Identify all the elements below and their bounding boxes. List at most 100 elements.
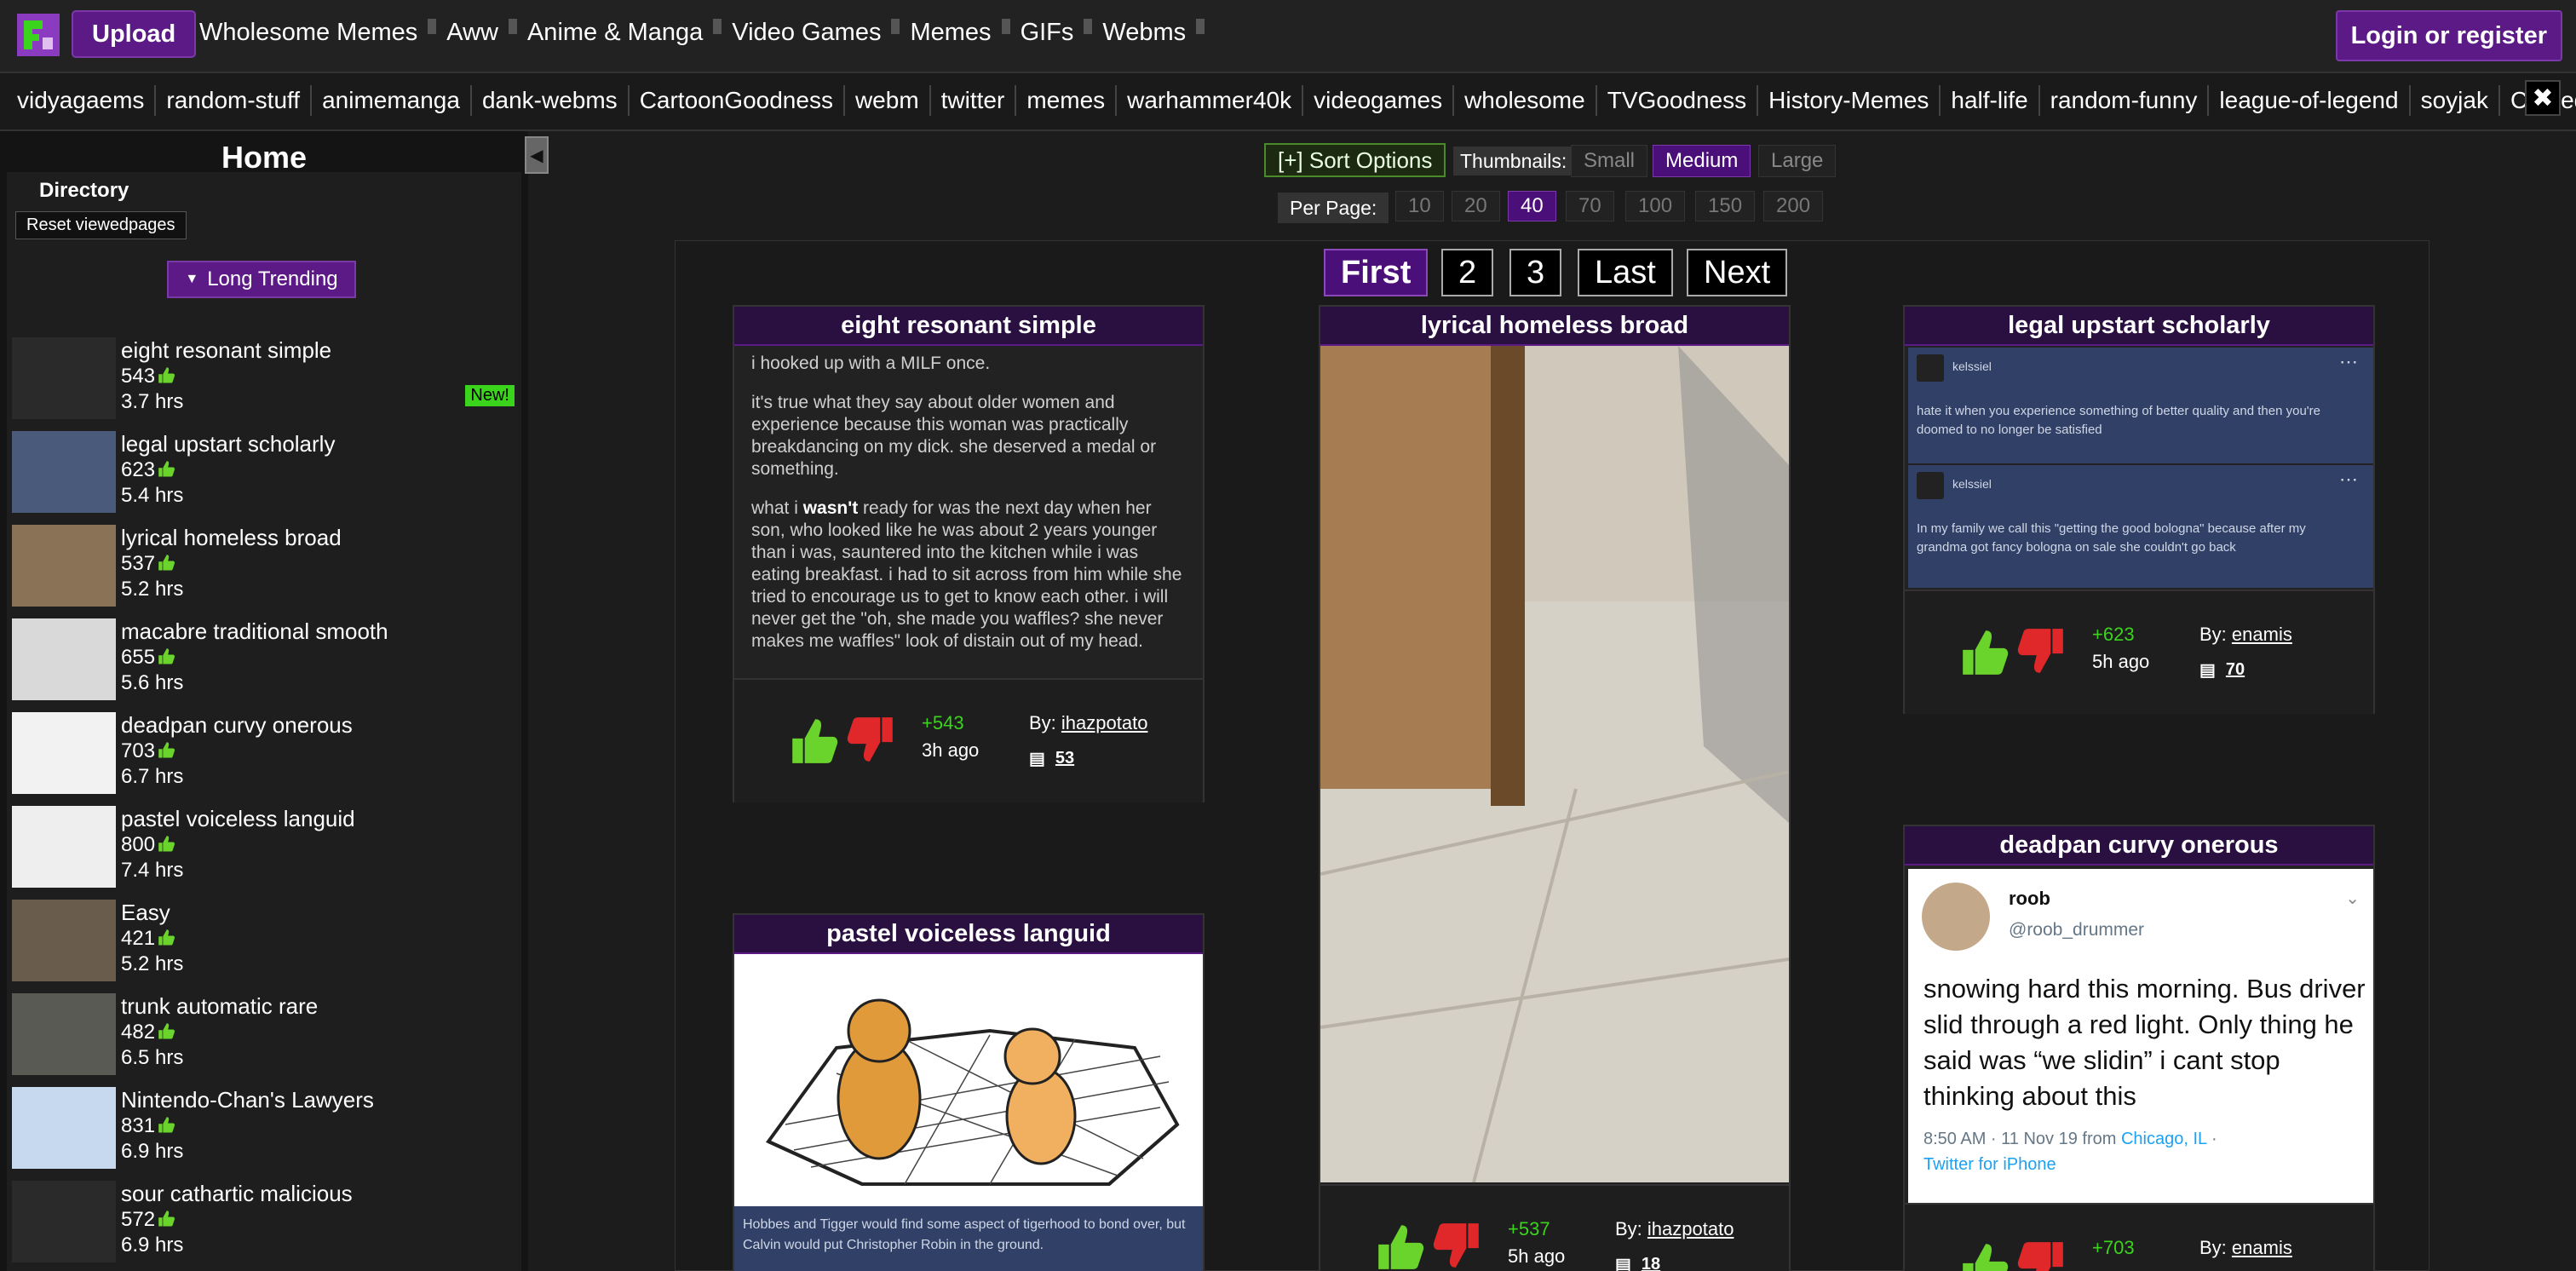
tag-link[interactable]: twitter [931,85,1017,116]
thumb-size-small[interactable]: Small [1571,145,1648,177]
tag-link[interactable]: webm [845,85,931,116]
trending-thumbnail[interactable] [12,712,116,794]
trending-title[interactable]: legal upstart scholarly [121,431,335,457]
trending-title[interactable]: Nintendo-Chan's Lawyers [121,1087,374,1113]
trending-item[interactable]: pastel voiceless languid 800 7.4 hrs [7,802,521,896]
trending-thumbnail[interactable] [12,993,116,1075]
per-page-200[interactable]: 200 [1763,191,1824,221]
author-link[interactable]: enamis [2232,624,2292,645]
trending-title[interactable]: deadpan curvy onerous [121,712,353,739]
login-register-button[interactable]: Login or register [2335,10,2562,61]
trending-item[interactable]: legal upstart scholarly 623 5.4 hrs [7,428,521,521]
trending-item[interactable]: Nintendo-Chan's Lawyers 831 6.9 hrs [7,1084,521,1177]
tag-link[interactable]: wholesome [1454,85,1597,116]
trending-title[interactable]: lyrical homeless broad [121,525,342,551]
tag-link[interactable]: dank-webms [472,85,630,116]
per-page-70[interactable]: 70 [1566,191,1614,221]
trending-item[interactable]: eight resonant simple 543 3.7 hrs New! [7,334,521,428]
reset-viewed-button[interactable]: Reset viewedpages [15,211,187,239]
sort-options-button[interactable]: [+] Sort Options [1264,143,1446,177]
post-image[interactable] [734,954,1203,1206]
post-video-thumbnail[interactable] [1320,346,1789,1182]
comments-link[interactable]: ▤ 70 [2199,659,2245,681]
thumbs-up-icon[interactable] [1958,1239,2010,1271]
category-link[interactable]: Video Games [732,19,881,47]
trending-item[interactable]: macabre traditional smooth 655 5.6 hrs [7,615,521,709]
site-logo[interactable] [17,14,60,56]
tag-link[interactable]: random-funny [2040,85,2210,116]
tag-link[interactable]: videogames [1303,85,1455,116]
category-link[interactable]: GIFs [1021,19,1074,47]
post-title[interactable]: pastel voiceless languid [734,915,1203,954]
tag-link[interactable]: memes [1016,85,1118,116]
trending-thumbnail[interactable] [12,900,116,981]
thumbs-up-icon[interactable] [1958,625,2010,678]
upload-button[interactable]: Upload [72,10,197,58]
page-first-button[interactable]: First [1324,249,1429,296]
post-card[interactable]: pastel voiceless languid Hobbes and Tigg… [733,913,1205,1271]
thumbs-down-icon[interactable] [1431,1220,1484,1271]
post-title[interactable]: legal upstart scholarly [1905,307,2373,346]
tag-link[interactable]: half-life [1941,85,2040,116]
tag-link[interactable]: random-stuff [156,85,313,116]
close-icon[interactable]: ✖ [2525,80,2561,116]
thumb-size-medium[interactable]: Medium [1653,145,1751,177]
category-link[interactable]: Anime & Manga [527,19,703,47]
page-last-button[interactable]: Last [1578,249,1673,296]
per-page-10[interactable]: 10 [1395,191,1444,221]
trending-thumbnail[interactable] [12,806,116,888]
tag-link[interactable]: vidyagaems [7,85,157,116]
sidebar-home-title[interactable]: Home [0,140,528,175]
trending-item[interactable]: Easy 421 5.2 hrs [7,896,521,990]
tag-link[interactable]: History-Memes [1758,85,1941,116]
per-page-20[interactable]: 20 [1452,191,1500,221]
trending-thumbnail[interactable] [12,431,116,513]
post-title[interactable]: lyrical homeless broad [1320,307,1789,346]
trending-thumbnail[interactable] [12,337,116,419]
post-title[interactable]: eight resonant simple [734,307,1203,346]
trending-title[interactable]: trunk automatic rare [121,993,318,1020]
tag-link[interactable]: CartoonGoodness [630,85,845,116]
trending-thumbnail[interactable] [12,618,116,700]
trending-title[interactable]: Easy [121,900,170,926]
comments-link[interactable]: ▤ 18 [1615,1254,1660,1271]
tag-link[interactable]: warhammer40k [1117,85,1304,116]
trending-title[interactable]: eight resonant simple [121,337,331,364]
author-link[interactable]: ihazpotato [1647,1218,1734,1239]
long-trending-dropdown[interactable]: ▼ Long Trending [167,261,356,298]
trending-thumbnail[interactable] [12,1087,116,1169]
post-title[interactable]: deadpan curvy onerous [1905,826,2373,866]
comments-link[interactable]: ▤ 53 [1029,748,1074,769]
trending-title[interactable]: pastel voiceless languid [121,806,355,832]
tag-link[interactable]: animemanga [312,85,472,116]
trending-item[interactable]: trunk automatic rare 482 6.5 hrs [7,990,521,1084]
category-link[interactable]: Memes [910,19,991,47]
trending-title[interactable]: macabre traditional smooth [121,618,388,645]
category-link[interactable]: Webms [1102,19,1186,47]
collapse-sidebar-icon[interactable]: ◀ [525,136,549,174]
thumbs-down-icon[interactable] [845,714,898,767]
thumbs-down-icon[interactable] [2015,625,2068,678]
trending-title[interactable]: sour cathartic malicious [121,1181,353,1207]
page-3-button[interactable]: 3 [1509,249,1562,296]
trending-thumbnail[interactable] [12,525,116,607]
trending-item[interactable]: lyrical homeless broad 537 5.2 hrs [7,521,521,615]
per-page-150[interactable]: 150 [1695,191,1756,221]
per-page-100[interactable]: 100 [1625,191,1686,221]
tag-link[interactable]: TVGoodness [1597,85,1759,116]
tag-link[interactable]: league-of-legend [2209,85,2411,116]
post-card[interactable]: lyrical homeless broad +537 5h ago By: i… [1319,305,1791,1271]
thumbs-up-icon[interactable] [1373,1220,1426,1271]
author-link[interactable]: enamis [2232,1237,2292,1258]
trending-thumbnail[interactable] [12,1181,116,1262]
post-card[interactable]: legal upstart scholarly kelssiel ⋯ hate … [1903,305,2375,714]
post-card[interactable]: eight resonant simple i hooked up with a… [733,305,1205,802]
directory-label[interactable]: Directory [39,179,129,203]
trending-item[interactable]: deadpan curvy onerous 703 6.7 hrs [7,709,521,802]
thumb-size-large[interactable]: Large [1758,145,1837,177]
thumbs-up-icon[interactable] [787,714,840,767]
tag-link[interactable]: soyjak [2411,85,2500,116]
page-2-button[interactable]: 2 [1441,249,1494,296]
author-link[interactable]: ihazpotato [1061,712,1148,733]
thumbs-down-icon[interactable] [2015,1239,2068,1271]
